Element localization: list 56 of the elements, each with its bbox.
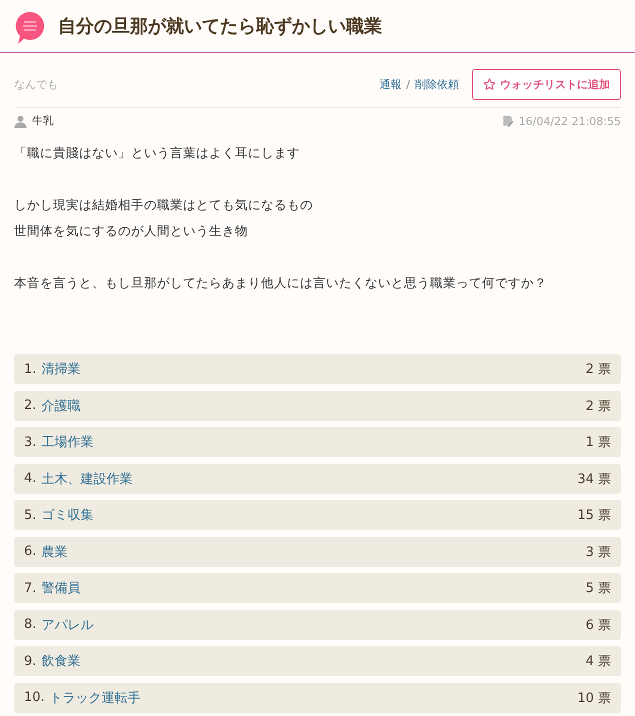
option-number: 4.	[24, 471, 36, 486]
option-number: 1.	[24, 362, 36, 376]
delete-request-link[interactable]: 削除依頼	[415, 77, 459, 92]
option-number: 7.	[24, 580, 36, 596]
vote-count: 2 票	[586, 361, 611, 378]
poll-option[interactable]: 9. 飲食業 4 票	[14, 646, 621, 676]
post-text-line: しかし現実は結婚相手の職業はとても気になるもの	[14, 196, 314, 214]
post-timestamp: 16/04/22 21:08:55	[518, 114, 621, 128]
option-link[interactable]: 介護職	[41, 396, 586, 414]
vote-count: 5 票	[586, 580, 611, 597]
vote-count: 4 票	[586, 653, 611, 670]
option-number: 9.	[24, 654, 36, 668]
option-number: 10.	[24, 690, 45, 705]
option-number: 2.	[24, 398, 36, 413]
post-text-line: 「職に貴賤はない」という言葉はよく耳にします	[14, 144, 301, 162]
report-link[interactable]: 通報	[379, 77, 402, 92]
category-label: なんでも	[14, 77, 58, 92]
poll-option[interactable]: 3. 工場作業 1 票	[14, 427, 621, 457]
user-icon	[14, 114, 27, 128]
speech-bubble-icon	[14, 10, 46, 46]
page-title: 自分の旦那が就いてたら恥ずかしい職業	[58, 15, 382, 38]
star-icon	[483, 78, 496, 91]
vote-count: 15 票	[577, 507, 611, 524]
watchlist-button[interactable]: ウォッチリストに追加	[472, 69, 621, 100]
option-link[interactable]: 農業	[41, 542, 586, 560]
link-separator: /	[406, 78, 410, 91]
poll-option[interactable]: 6. 農業 3 票	[14, 536, 621, 566]
vote-count: 10 票	[577, 690, 611, 706]
author-name: 牛乳	[32, 114, 54, 128]
poll-option[interactable]: 4. 土木、建設作業 34 票	[14, 464, 621, 494]
option-number: 8.	[24, 617, 36, 632]
post-text-line: 世間体を気にするのが人間という生き物	[14, 222, 249, 240]
option-link[interactable]: アパレル	[41, 616, 586, 634]
poll-option[interactable]: 8. アパレル 6 票	[14, 610, 621, 640]
edit-icon	[502, 115, 514, 127]
option-link[interactable]: ゴミ収集	[41, 506, 578, 524]
option-link[interactable]: トラック運転手	[50, 688, 578, 706]
option-number: 5.	[24, 508, 36, 522]
vote-count: 34 票	[577, 470, 611, 488]
option-number: 6.	[24, 544, 36, 559]
vote-count: 1 票	[586, 434, 611, 451]
poll-option[interactable]: 10. トラック運転手 10 票	[14, 682, 621, 712]
vote-count: 3 票	[586, 544, 611, 560]
vote-count: 2 票	[586, 398, 611, 414]
poll-option[interactable]: 5. ゴミ収集 15 票	[14, 500, 621, 530]
poll-option[interactable]: 1. 清掃業 2 票	[14, 354, 621, 384]
option-number: 3.	[24, 434, 36, 450]
option-link[interactable]: 飲食業	[41, 652, 586, 670]
option-link[interactable]: 清掃業	[41, 360, 586, 378]
poll-option[interactable]: 2. 介護職 2 票	[14, 390, 621, 420]
post-text-line: 本音を言うと、もし旦那がしてたらあまり他人には言いたくないと思う職業って何ですか？	[14, 274, 548, 292]
option-link[interactable]: 土木、建設作業	[41, 470, 578, 488]
option-link[interactable]: 警備員	[41, 579, 586, 597]
poll-option[interactable]: 7. 警備員 5 票	[14, 573, 621, 603]
vote-count: 6 票	[586, 616, 611, 634]
option-link[interactable]: 工場作業	[41, 433, 586, 451]
